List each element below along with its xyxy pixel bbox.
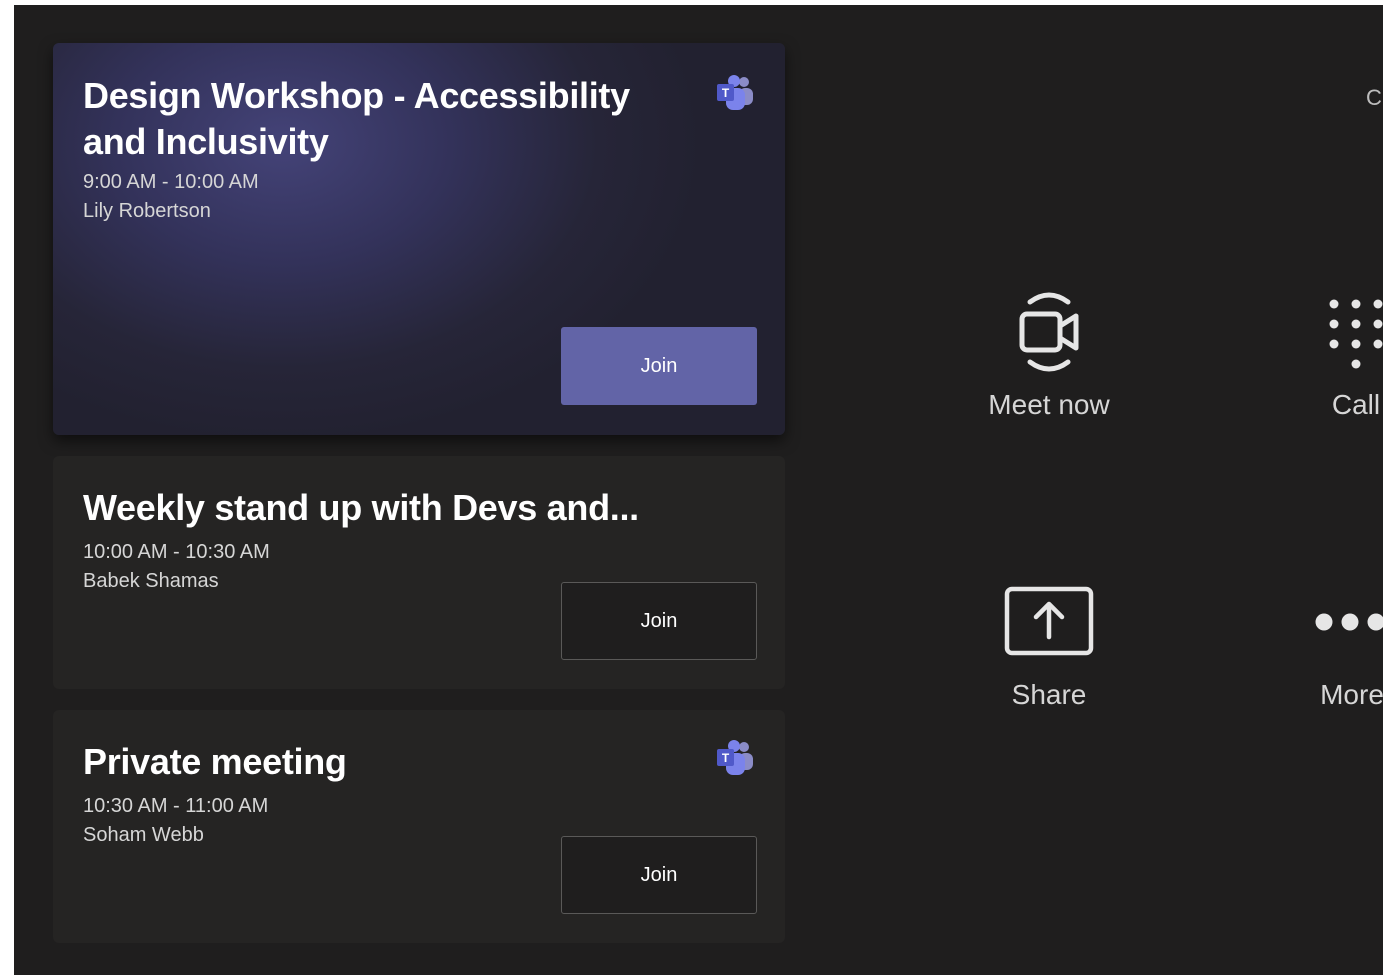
meeting-card-weekly-standup[interactable]: Weekly stand up with Devs and... 10:00 A… <box>53 456 785 689</box>
call-button[interactable]: Call <box>1256 285 1383 425</box>
meeting-title: Design Workshop - Accessibility and Incl… <box>83 75 630 162</box>
corner-text: C <box>1366 85 1382 110</box>
join-button[interactable]: Join <box>561 582 757 660</box>
join-button[interactable]: Join <box>561 836 757 914</box>
teams-room-home-screen: Design Workshop - Accessibility and Incl… <box>14 5 1383 975</box>
svg-text:T: T <box>722 86 730 100</box>
dialpad-icon <box>1329 299 1383 369</box>
share-screen-icon <box>1004 586 1094 656</box>
teams-icon: T <box>717 75 753 110</box>
meeting-card-design-workshop[interactable]: Design Workshop - Accessibility and Incl… <box>53 43 785 435</box>
meeting-organizer: Soham Webb <box>83 824 204 846</box>
meeting-time: 10:30 AM - 11:00 AM <box>83 795 269 817</box>
more-button[interactable]: More <box>1252 585 1383 715</box>
share-label: Share <box>1011 679 1087 710</box>
join-button[interactable]: Join <box>561 327 757 405</box>
share-button[interactable]: Share <box>949 585 1149 715</box>
meeting-organizer: Lily Robertson <box>83 200 211 222</box>
meeting-title: Weekly stand up with Devs and... <box>83 487 639 528</box>
meet-now-label: Meet now <box>988 389 1110 420</box>
teams-icon: T <box>717 740 753 775</box>
svg-text:T: T <box>722 751 730 765</box>
more-label: More <box>1320 679 1383 710</box>
video-camera-icon <box>1019 292 1079 372</box>
meet-now-button[interactable]: Meet now <box>949 285 1149 425</box>
meeting-time: 10:00 AM - 10:30 AM <box>83 541 270 563</box>
meeting-time: 9:00 AM - 10:00 AM <box>83 171 259 193</box>
meeting-title: Private meeting <box>83 741 347 782</box>
more-dots-icon <box>1315 613 1383 631</box>
meeting-card-private-meeting[interactable]: Private meeting 10:30 AM - 11:00 AM Soha… <box>53 710 785 943</box>
call-label: Call <box>1331 389 1381 420</box>
meeting-organizer: Babek Shamas <box>83 570 219 592</box>
